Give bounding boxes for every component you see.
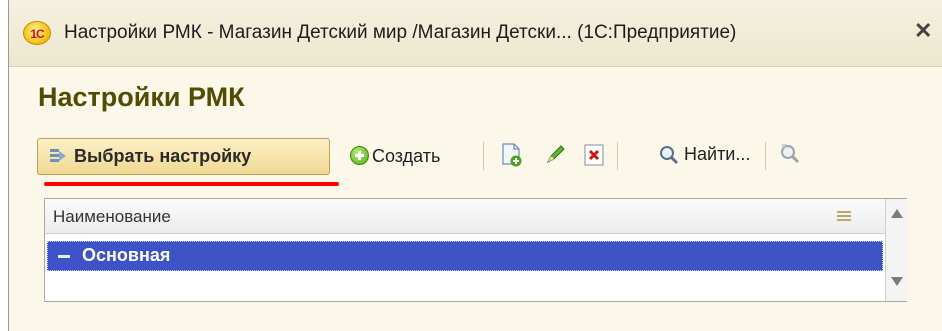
find-label: Найти... [684, 144, 751, 164]
toolbar-divider [483, 142, 484, 170]
scroll-up-icon[interactable] [891, 209, 903, 218]
collapse-icon[interactable] [58, 255, 70, 258]
table-row[interactable]: Основная [47, 241, 883, 271]
row-label: Основная [82, 245, 171, 265]
add-icon [350, 146, 369, 165]
title-bar[interactable]: 1С Настройки РМК - Магазин Детский мир /… [9, 0, 942, 67]
settings-table[interactable]: Наименование Основная [44, 198, 907, 302]
create-label: Создать [372, 146, 441, 166]
search-clear-icon[interactable] [778, 142, 802, 168]
copy-document-icon[interactable] [500, 142, 524, 168]
app-logo-text: 1С [30, 27, 44, 41]
toolbar-divider [617, 142, 618, 170]
column-header-name[interactable]: Наименование [53, 207, 171, 227]
select-setting-icon [50, 149, 66, 162]
scrollbar[interactable] [885, 199, 907, 301]
delete-icon[interactable] [582, 142, 606, 168]
scroll-down-icon[interactable] [891, 277, 903, 286]
table-header: Наименование [45, 199, 885, 234]
close-button[interactable]: ✕ [914, 18, 932, 44]
sort-icon[interactable] [837, 211, 851, 221]
select-setting-label: Выбрать настройку [74, 146, 252, 166]
select-setting-button[interactable]: Выбрать настройку [37, 138, 330, 175]
search-icon [660, 146, 679, 165]
app-logo-icon[interactable]: 1С [23, 21, 51, 45]
toolbar: Выбрать настройку Создать Найти... [30, 132, 930, 176]
page-title: Настройки РМК [38, 82, 245, 112]
toolbar-divider [765, 142, 766, 170]
window-title: Настройки РМК - Магазин Детский мир /Маг… [64, 22, 737, 43]
highlight-underline [44, 182, 339, 186]
edit-pencil-icon[interactable] [543, 142, 567, 168]
